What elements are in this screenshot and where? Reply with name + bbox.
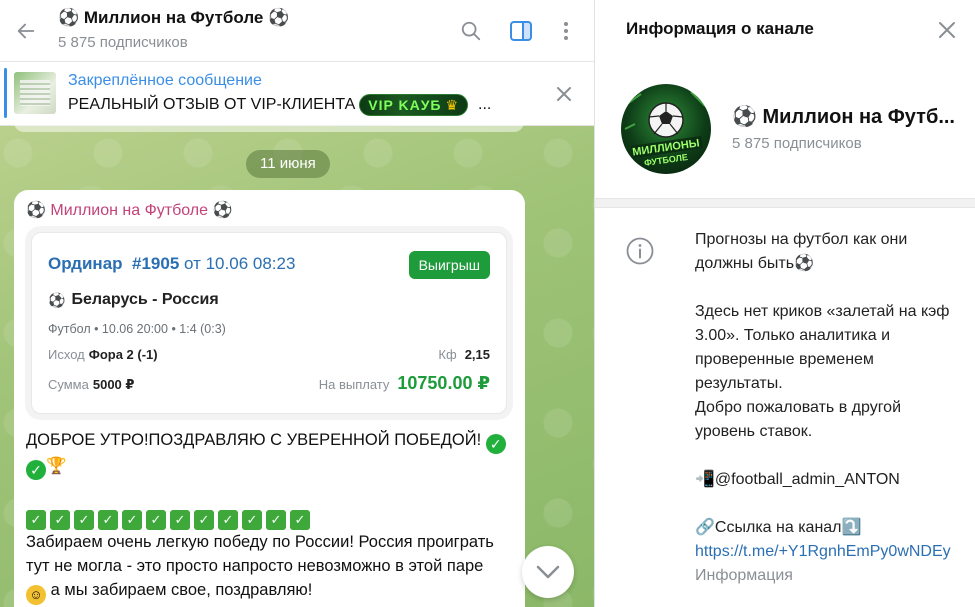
pinned-message-bar[interactable]: Закреплённое сообщение РЕАЛЬНЫЙ ОТЗЫВ ОТ… (0, 62, 594, 126)
chat-header: ⚽ Миллион на Футболе ⚽ 5 875 подписчиков (0, 0, 594, 62)
desc-gap (695, 492, 960, 516)
desc-line: Здесь нет криков «залетай на кэф 3.00». … (695, 303, 950, 392)
crown-icon: ♛ (445, 96, 460, 113)
info-circle-icon (626, 237, 654, 265)
outcome-label: Исход (48, 347, 85, 362)
channel-link[interactable]: https://t.me/+Y1RgnhEmPy0wNDEy (695, 543, 951, 560)
close-pinned-button[interactable] (552, 82, 576, 106)
channel-post[interactable]: ⚽ Миллион на Футболе ⚽ Ординар #1905 от … (14, 190, 525, 607)
pinned-text-body: РЕАЛЬНЫЙ ОТЗЫВ ОТ VIP-КЛИЕНТА (68, 96, 356, 113)
channel-title[interactable]: ⚽ Миллион на Футболе ⚽ (58, 8, 289, 28)
payout-value: 10750.00 ₽ (397, 373, 490, 393)
check-square-icon: ✓ (218, 510, 238, 530)
coef-row: Кф 2,15 (438, 347, 490, 362)
status-badge: Выигрыш (408, 251, 490, 279)
vip-badge-label: VIP KAУБ (368, 97, 442, 113)
message-area[interactable]: 11 июня ⚽ Миллион на Футболе ⚽ Ординар #… (0, 122, 594, 607)
search-button[interactable] (457, 17, 485, 45)
previous-message-edge (14, 122, 524, 132)
desc-line: 🔗Ссылка на канал⤵️ (695, 519, 862, 536)
pinned-indicator (4, 68, 7, 118)
check-square-icon: ✓ (194, 510, 214, 530)
info-footer-label: Информация (695, 567, 793, 584)
soccer-ball-icon: ⚽ (48, 291, 66, 308)
pinned-label: Закреплённое сообщение (68, 72, 262, 89)
pinned-text: РЕАЛЬНЫЙ ОТЗЫВ ОТ VIP-КЛИЕНТА VIP KAУБ ♛ … (68, 94, 491, 116)
match-meta: Футбол • 10.06 20:00 • 1:4 (0:3) (48, 322, 226, 336)
close-icon (939, 22, 955, 38)
channel-description: Прогнозы на футбол как они должны быть⚽ … (695, 228, 960, 588)
channel-avatar[interactable]: МИЛЛИОНЫ ФУТБОЛЕ (621, 84, 711, 174)
outcome-row: Исход Фора 2 (-1) (48, 347, 158, 362)
coef-value: 2,15 (464, 347, 490, 362)
post-body: Забираем очень легкую победу по России! … (26, 530, 516, 605)
chevron-down-icon (536, 565, 560, 579)
search-icon (461, 21, 481, 41)
desc-line: Добро пожаловать в другой уровень ставок… (695, 399, 902, 440)
check-square-icon: ✓ (146, 510, 166, 530)
coef-label: Кф (438, 347, 457, 362)
pinned-ellipsis: ... (478, 96, 492, 113)
date-chip: 11 июня (246, 150, 330, 178)
post-author[interactable]: ⚽ Миллион на Футболе ⚽ (26, 200, 232, 220)
bet-number: #1905 (132, 254, 180, 273)
check-square-icon: ✓ (98, 510, 118, 530)
bet-date: от 10.06 08:23 (184, 254, 296, 273)
toggle-sidebar-button[interactable] (507, 17, 535, 45)
post-headline: ДОБРОЕ УТРО!ПОЗДРАВЛЯЮ С УВЕРЕННОЙ ПОБЕД… (26, 428, 516, 480)
subscriber-count: 5 875 подписчиков (58, 34, 188, 51)
pinned-thumbnail (14, 72, 56, 114)
check-square-icon: ✓ (26, 510, 46, 530)
close-info-button[interactable] (933, 16, 961, 44)
bet-type: Ординар (48, 254, 123, 273)
body-tail-text: а мы забираем свое, поздравляю! (50, 581, 313, 599)
divider (595, 198, 975, 208)
check-square-icon: ✓ (50, 510, 70, 530)
desc-line: Прогнозы на футбол как они должны быть⚽ (695, 231, 908, 272)
outcome-value: Фора 2 (-1) (88, 347, 158, 362)
check-square-icon: ✓ (290, 510, 310, 530)
check-square-icon: ✓ (122, 510, 142, 530)
grin-emoji-icon: ☺ (26, 585, 46, 605)
back-button[interactable] (12, 17, 40, 45)
checkmark-row: ✓ ✓ ✓ ✓ ✓ ✓ ✓ ✓ ✓ ✓ ✓ ✓ (26, 504, 516, 530)
more-menu-button[interactable] (552, 17, 580, 45)
sum-value: 5000 ₽ (92, 377, 135, 392)
trophy-icon: 🏆 (46, 457, 67, 475)
bet-header: Ординар #1905 от 10.06 08:23 (48, 254, 295, 274)
match-title: ⚽ Беларусь - Россия (48, 291, 219, 309)
payout-label: На выплату (318, 377, 390, 392)
check-square-icon: ✓ (74, 510, 94, 530)
check-square-icon: ✓ (266, 510, 286, 530)
scroll-down-button[interactable] (522, 546, 574, 598)
admin-contact[interactable]: 📲@football_admin_ANTON (695, 468, 960, 492)
bet-card: Ординар #1905 от 10.06 08:23 Выигрыш ⚽ Б… (31, 232, 507, 414)
match-name: Беларусь - Россия (71, 291, 219, 308)
channel-logo-icon: МИЛЛИОНЫ ФУТБОЛЕ (624, 91, 706, 168)
headline-text: ДОБРОЕ УТРО!ПОЗДРАВЛЯЮ С УВЕРЕННОЙ ПОБЕД… (26, 431, 482, 449)
channel-info-panel: Информация о канале МИЛЛИОНЫ ФУТБОЛЕ ⚽ М… (594, 0, 975, 607)
post-text: ДОБРОЕ УТРО!ПОЗДРАВЛЯЮ С УВЕРЕННОЙ ПОБЕД… (26, 428, 516, 605)
check-square-icon: ✓ (170, 510, 190, 530)
chat-column: ⚽ Миллион на Футболе ⚽ 5 875 подписчиков… (0, 0, 594, 607)
channel-subscribers: 5 875 подписчиков (732, 135, 862, 152)
body-text: Забираем очень легкую победу по России! … (26, 533, 494, 575)
arrow-left-icon (17, 23, 35, 39)
check-icon: ✓ (26, 460, 46, 480)
sidebar-panel-icon (510, 21, 532, 41)
check-square-icon: ✓ (242, 510, 262, 530)
sum-label: Сумма (48, 377, 89, 392)
payout-row: На выплату 10750.00 ₽ (319, 373, 490, 394)
desc-gap (695, 444, 960, 468)
vip-badge: VIP KAУБ ♛ (359, 94, 469, 116)
close-icon (557, 87, 571, 101)
more-vertical-icon (564, 22, 568, 40)
channel-name: ⚽ Миллион на Футб... (732, 106, 955, 128)
check-icon: ✓ (485, 434, 506, 454)
desc-gap (695, 276, 960, 300)
sum-row: Сумма 5000 ₽ (48, 377, 134, 393)
info-panel-title: Информация о канале (626, 19, 814, 38)
